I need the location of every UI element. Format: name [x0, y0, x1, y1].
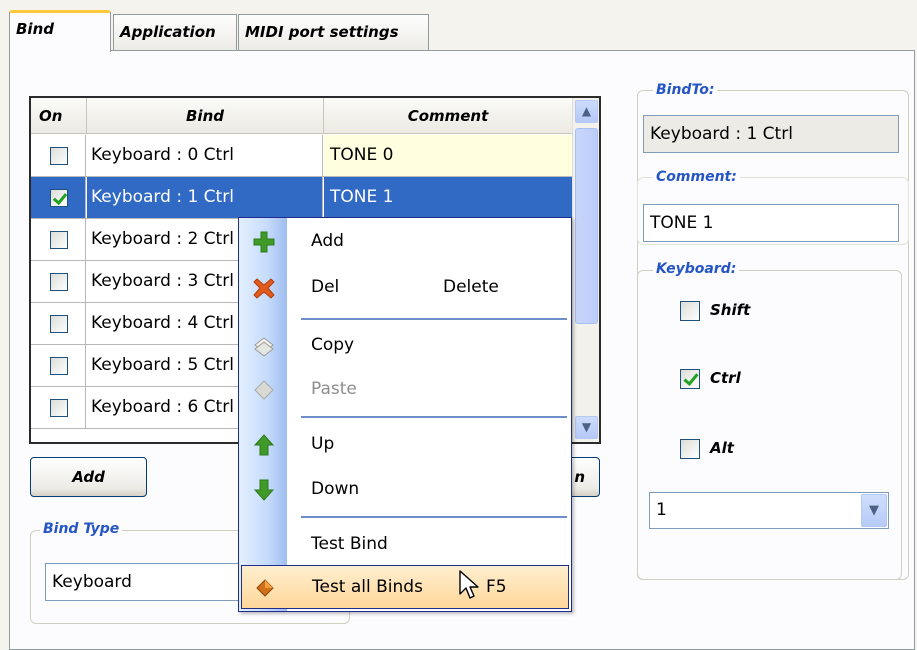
shift-label: Shift: [710, 301, 751, 319]
arrow-down-icon: [253, 479, 275, 501]
row-comment-cell[interactable]: TONE 0: [324, 135, 572, 176]
column-header-bind[interactable]: Bind: [87, 98, 324, 134]
tab-application[interactable]: Application: [113, 14, 237, 50]
chevron-up-icon[interactable]: ▲: [575, 100, 598, 123]
tab-bind-label: Bind: [16, 20, 54, 38]
row-on-checkbox[interactable]: [50, 399, 68, 417]
row-on-checkbox[interactable]: [50, 147, 68, 165]
row-on-checkbox[interactable]: [50, 189, 68, 207]
menu-item-del[interactable]: Del Delete: [241, 266, 569, 310]
plus-icon: [253, 231, 275, 253]
menu-item-up[interactable]: Up: [241, 423, 569, 467]
row-on-cell[interactable]: [31, 219, 86, 260]
column-header-comment[interactable]: Comment: [324, 98, 572, 134]
keyboard-group: [637, 270, 902, 580]
row-on-checkbox[interactable]: [50, 315, 68, 333]
copy-icon: [254, 337, 274, 357]
comment-title: Comment:: [653, 169, 740, 185]
scrollbar-thumb[interactable]: [575, 128, 598, 324]
menu-item-label: Add: [311, 231, 344, 251]
row-on-cell[interactable]: [31, 261, 86, 302]
row-on-cell[interactable]: [31, 177, 86, 218]
mouse-cursor-icon: [459, 570, 479, 599]
tab-bind[interactable]: Bind: [9, 10, 111, 52]
tab-midi-label: MIDI port settings: [245, 23, 399, 41]
column-header-on[interactable]: On: [31, 98, 87, 134]
bind-to-field: Keyboard : 1 Ctrl: [643, 115, 899, 153]
table-row[interactable]: Keyboard : 0 Ctrl TONE 0: [31, 135, 572, 177]
menu-item-add[interactable]: Add: [241, 220, 569, 264]
menu-item-copy[interactable]: Copy: [241, 324, 569, 368]
tab-application-label: Application: [120, 23, 216, 41]
delete-x-icon: [253, 278, 275, 299]
context-menu: Add Del Delete Copy Paste Up Down Test B…: [238, 217, 572, 612]
key-select[interactable]: 1 ▼: [649, 492, 889, 529]
grid-vertical-scrollbar[interactable]: ▲ ▼: [572, 98, 599, 442]
test-all-icon: [256, 579, 274, 597]
row-on-checkbox[interactable]: [50, 231, 68, 249]
row-on-cell[interactable]: [31, 135, 86, 176]
chevron-down-icon[interactable]: ▼: [575, 416, 598, 439]
row-on-cell[interactable]: [31, 387, 86, 428]
ctrl-checkbox[interactable]: [680, 369, 700, 389]
menu-separator: [301, 416, 567, 418]
alt-label: Alt: [710, 439, 734, 457]
row-comment-cell[interactable]: TONE 1: [324, 177, 572, 218]
add-button[interactable]: Add: [30, 457, 147, 497]
menu-item-label: Test Bind: [311, 534, 388, 554]
menu-item-shortcut: Delete: [443, 277, 499, 297]
chevron-down-icon[interactable]: ▼: [861, 494, 887, 527]
key-select-value: 1: [656, 500, 667, 520]
menu-item-down[interactable]: Down: [241, 468, 569, 512]
menu-item-label: Down: [311, 479, 360, 499]
comment-field[interactable]: TONE 1: [643, 204, 899, 242]
row-on-checkbox[interactable]: [50, 357, 68, 375]
menu-item-label: Copy: [311, 335, 355, 355]
keyboard-title: Keyboard:: [653, 261, 740, 277]
table-row[interactable]: Keyboard : 1 Ctrl TONE 1: [31, 177, 572, 219]
row-on-cell[interactable]: [31, 303, 86, 344]
tab-midi-port-settings[interactable]: MIDI port settings: [238, 14, 429, 50]
grid-header: On Bind Comment: [31, 98, 572, 134]
menu-item-test-bind[interactable]: Test Bind: [241, 523, 569, 567]
paste-icon: [254, 380, 274, 400]
menu-item-label: Up: [311, 434, 335, 454]
row-on-cell[interactable]: [31, 345, 86, 386]
alt-checkbox[interactable]: [680, 439, 700, 459]
shift-checkbox[interactable]: [680, 301, 700, 321]
menu-item-paste[interactable]: Paste: [241, 368, 569, 412]
menu-item-test-all-binds[interactable]: Test all Binds F5: [241, 565, 569, 609]
menu-item-label: Test all Binds: [312, 577, 423, 597]
menu-item-label: Del: [311, 277, 340, 297]
bind-type-title: Bind Type: [40, 521, 123, 537]
row-bind-cell[interactable]: Keyboard : 0 Ctrl: [87, 135, 323, 176]
row-bind-cell[interactable]: Keyboard : 1 Ctrl: [87, 177, 323, 218]
menu-separator: [301, 516, 567, 518]
row-on-checkbox[interactable]: [50, 273, 68, 291]
menu-separator: [301, 318, 567, 320]
ctrl-label: Ctrl: [710, 369, 741, 387]
menu-item-label: Paste: [311, 379, 357, 399]
bind-to-title: BindTo:: [653, 82, 718, 98]
arrow-up-icon: [253, 434, 275, 456]
menu-item-shortcut: F5: [486, 577, 507, 597]
